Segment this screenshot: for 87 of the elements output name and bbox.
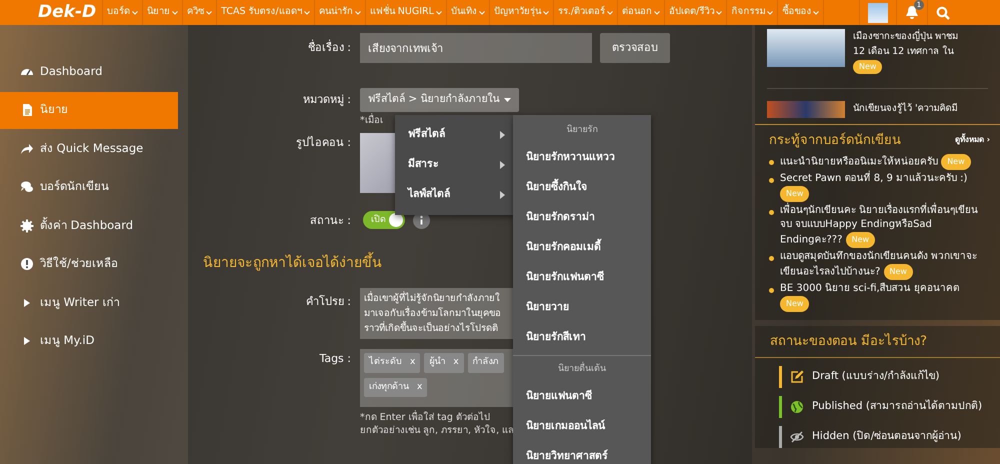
bullet-icon bbox=[769, 160, 774, 165]
caret-icon bbox=[767, 10, 774, 14]
menu-item[interactable]: นิยายรักดราม่า bbox=[513, 201, 651, 231]
menu-item[interactable]: นิยายรักสีเทา bbox=[513, 321, 651, 351]
bullet-icon bbox=[769, 256, 774, 261]
sidebar-item[interactable]: เมนู Writer เก่า bbox=[0, 284, 160, 321]
field-label: Tags : bbox=[318, 351, 352, 368]
news-headline[interactable]: 12 เดือน 12 เทศกาล ใน bbox=[853, 44, 954, 59]
new-badge: New bbox=[853, 60, 882, 74]
eye-slash-icon bbox=[790, 430, 804, 444]
caret-icon bbox=[542, 10, 549, 14]
hint-text: *เมื่อเ bbox=[360, 114, 384, 128]
menu-item[interactable]: นิยายวิทยาศาสตร์ bbox=[513, 440, 651, 464]
tag-chip[interactable]: กำลังภ bbox=[468, 353, 504, 373]
view-all-link[interactable]: ดูทั้งหมด › bbox=[954, 134, 990, 146]
field-label: ชื่อเรื่อง : bbox=[306, 38, 352, 56]
field-label: สถานะ : bbox=[308, 213, 352, 230]
menu-group-header: นิยายรัก bbox=[566, 124, 598, 137]
caret-right-icon bbox=[500, 161, 505, 169]
menu-item[interactable]: นิยายวาย bbox=[513, 291, 651, 321]
sidebar-item[interactable]: ส่ง Quick Message bbox=[0, 130, 160, 167]
photo-placeholder[interactable] bbox=[767, 100, 845, 118]
menu-item[interactable]: ฟรีสไตล์ bbox=[395, 120, 515, 150]
caret-icon bbox=[172, 10, 178, 14]
comments-icon bbox=[20, 180, 34, 194]
board-post-link[interactable]: แอบดูสมุดบันทึกของนักเขียนคนดัง พวกเขาจะเขียนอะไรลงไปบ้างนะ? New bbox=[780, 250, 990, 280]
bullet-icon bbox=[769, 288, 774, 293]
field-label: หมวดหมู่ : bbox=[302, 92, 352, 108]
hint-text: ยกตัวอย่างเช่น ลูก, ภรรยา, หัวใจ, แล bbox=[360, 424, 514, 438]
tag-chip[interactable]: ผู้นำ x bbox=[424, 353, 464, 373]
bullet-icon bbox=[769, 178, 774, 183]
news-headline[interactable]: นักเขียนจงรู้ไว้ 'ความคิดมี bbox=[853, 100, 958, 116]
sidebar-item[interactable]: เมนู My.iD bbox=[0, 322, 160, 360]
tags-field[interactable]: ไต่ระดับ x ผู้นำ x กำลังภ เก่งทุกด้าน x bbox=[360, 349, 513, 408]
document-icon bbox=[20, 103, 34, 117]
menu-item[interactable]: นิยายรักคอมเมดี้ bbox=[513, 231, 651, 261]
caret-icon bbox=[206, 10, 212, 14]
field-label: รูปไอคอน : bbox=[294, 135, 352, 152]
caret-icon bbox=[304, 10, 310, 14]
menu-item[interactable]: นิยายซึ้งกินใจ bbox=[513, 171, 651, 201]
bell-icon[interactable] bbox=[905, 5, 919, 20]
status-label: Published (สามารถอ่านได้ตามปกติ) bbox=[812, 398, 982, 414]
board-post-link[interactable]: BE 3000 นิยาย sci-fi,สืบสวน ยุคอนาคต New bbox=[780, 282, 990, 312]
sidebar-item[interactable]: Dashboard bbox=[0, 53, 160, 90]
sidebar-item[interactable]: วิธีใช้/ช่วยเหลือ bbox=[0, 246, 160, 282]
caret-right-icon bbox=[500, 131, 505, 139]
caret-icon bbox=[716, 10, 722, 14]
field-label: คำโปรย : bbox=[304, 294, 352, 310]
avatar-image[interactable] bbox=[868, 2, 888, 22]
caret-icon bbox=[478, 10, 485, 14]
board-post-link[interactable]: เพื่อนๆนักเขียนคะ นิยายเรื่องแรกที่เพื่อนๆเขียนจบ จบแบบHappy EndingหรือSad Endingคะ??? New bbox=[780, 204, 990, 248]
hint-text: *กด Enter เพื่อใส่ tag ตัวต่อไป bbox=[360, 411, 490, 424]
caret-right-icon bbox=[500, 191, 505, 199]
status-label: Hidden (ปิด/ซ่อนตอนจากผู้อ่าน) bbox=[812, 428, 962, 444]
menu-item[interactable]: ไลฟ์สไตล์ bbox=[395, 180, 515, 210]
menu-item[interactable]: นิยายเกมออนไลน์ bbox=[513, 410, 651, 440]
category-dropdown[interactable]: ฟรีสไตล์ > นิยายกำลังภายใน bbox=[360, 88, 520, 112]
menu-item[interactable]: มีสาระ bbox=[395, 150, 515, 180]
search-icon[interactable] bbox=[936, 6, 950, 20]
check-button[interactable]: ตรวจสอบ bbox=[600, 33, 670, 63]
tag-chip[interactable]: ไต่ระดับ x bbox=[364, 353, 420, 373]
caret-icon bbox=[354, 10, 361, 14]
sidebar-item[interactable]: ตั้งค่า Dashboard bbox=[0, 207, 160, 244]
panel-title: กระทู้จากบอร์ดนักเขียน bbox=[769, 132, 901, 150]
caret-icon bbox=[132, 10, 138, 14]
board-post-link[interactable]: แนะนำนิยายหรืออนิเมะให้หน่อยครับ New bbox=[780, 154, 971, 170]
globe-icon bbox=[790, 400, 804, 414]
board-post-link[interactable]: Secret Pawn ตอนที่ 8, 9 มาแล้วนะครับ :) New bbox=[780, 172, 990, 202]
menu-item[interactable]: นิยายแฟนตาซี bbox=[513, 380, 651, 410]
menu-group-header: นิยายตื่นเต้น bbox=[513, 358, 651, 380]
caret-icon bbox=[436, 10, 442, 14]
caret-icon bbox=[504, 98, 512, 102]
exclamation-icon bbox=[20, 257, 34, 271]
caret-icon bbox=[813, 10, 820, 14]
news-headline[interactable]: เมืองซากะของญี่ปุ่น พาชม bbox=[853, 29, 958, 44]
gear-icon bbox=[20, 218, 34, 232]
tag-chip[interactable]: เก่งทุกด้าน x bbox=[364, 378, 428, 398]
panel-title: สถานะของตอน มีอะไรบ้าง? bbox=[755, 326, 1000, 358]
caret-icon bbox=[654, 10, 660, 14]
share-icon bbox=[20, 142, 34, 156]
bullet-icon bbox=[769, 210, 774, 215]
status-label: Draft (แบบร่าง/กำลังแก้ไข) bbox=[812, 368, 940, 384]
menu-item[interactable]: นิยายรักหวานแหวว bbox=[513, 141, 651, 171]
sidebar-item[interactable]: บอร์ดนักเขียน bbox=[0, 168, 160, 206]
pencil-icon bbox=[790, 370, 804, 384]
synopsis-field[interactable]: เมื่อเขาผู้ที่ไม่รู้จักนิยายกำลังภายใ มาเจอกับเรื่องข้ามโลกมาในยุคขอ ราวที่เกิดขึ้นจะเป็นอย่างไรโปรดติ bbox=[360, 288, 513, 340]
caret-icon bbox=[607, 10, 614, 14]
